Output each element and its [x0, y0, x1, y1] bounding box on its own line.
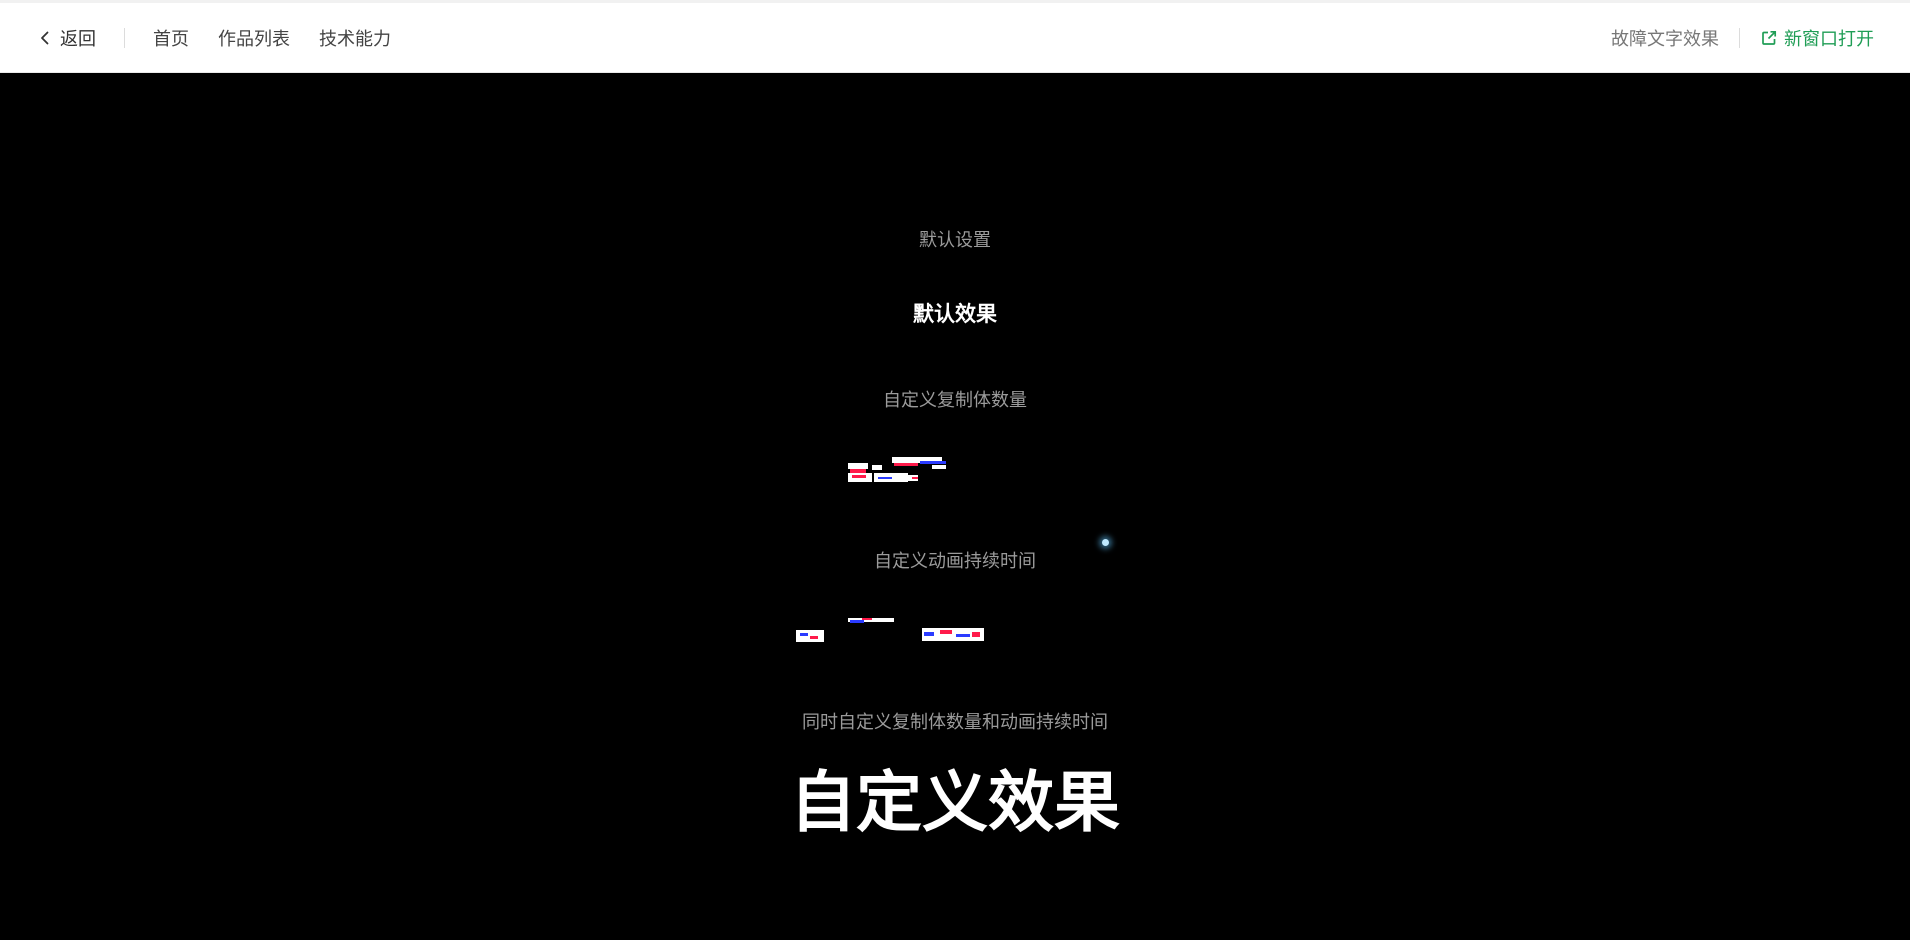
- section-title-copies: 自定义复制体数量: [883, 390, 1027, 411]
- back-label: 返回: [60, 28, 96, 50]
- nav-link-works[interactable]: 作品列表: [218, 25, 290, 51]
- top-navbar: 返回 首页 作品列表 技术能力 故障文字效果 新窗口打开: [0, 0, 1910, 73]
- external-link-icon: [1762, 30, 1777, 45]
- nav-left: 返回 首页 作品列表 技术能力: [36, 25, 420, 51]
- back-button[interactable]: 返回: [36, 25, 96, 51]
- app-window: 返回 首页 作品列表 技术能力 故障文字效果 新窗口打开 默认设置 默认效果 自…: [0, 0, 1910, 940]
- nav-link-home[interactable]: 首页: [153, 25, 189, 51]
- glitch-text-duration: [796, 618, 996, 648]
- nav-link-tech[interactable]: 技术能力: [319, 25, 391, 51]
- nav-divider: [124, 27, 125, 48]
- chevron-left-icon: [41, 31, 49, 44]
- demo-stage: 默认设置 默认效果 自定义复制体数量 自定义动画持续时间 同时自定义复制体数量和…: [0, 73, 1910, 940]
- cursor-dot: [1102, 539, 1109, 546]
- open-new-window-button[interactable]: 新窗口打开: [1760, 25, 1874, 51]
- glitch-text-default: 默认效果: [913, 302, 997, 326]
- nav-divider-right: [1739, 27, 1740, 48]
- nav-right: 故障文字效果 新窗口打开: [1611, 25, 1874, 51]
- open-new-window-label: 新窗口打开: [1784, 28, 1874, 50]
- section-title-default: 默认设置: [919, 230, 991, 251]
- glitch-text-copies: [848, 455, 968, 495]
- section-title-duration: 自定义动画持续时间: [874, 551, 1036, 572]
- page-title: 故障文字效果: [1611, 28, 1719, 50]
- section-title-combined: 同时自定义复制体数量和动画持续时间: [802, 712, 1108, 733]
- glitch-text-combined: 自定义效果: [790, 764, 1120, 841]
